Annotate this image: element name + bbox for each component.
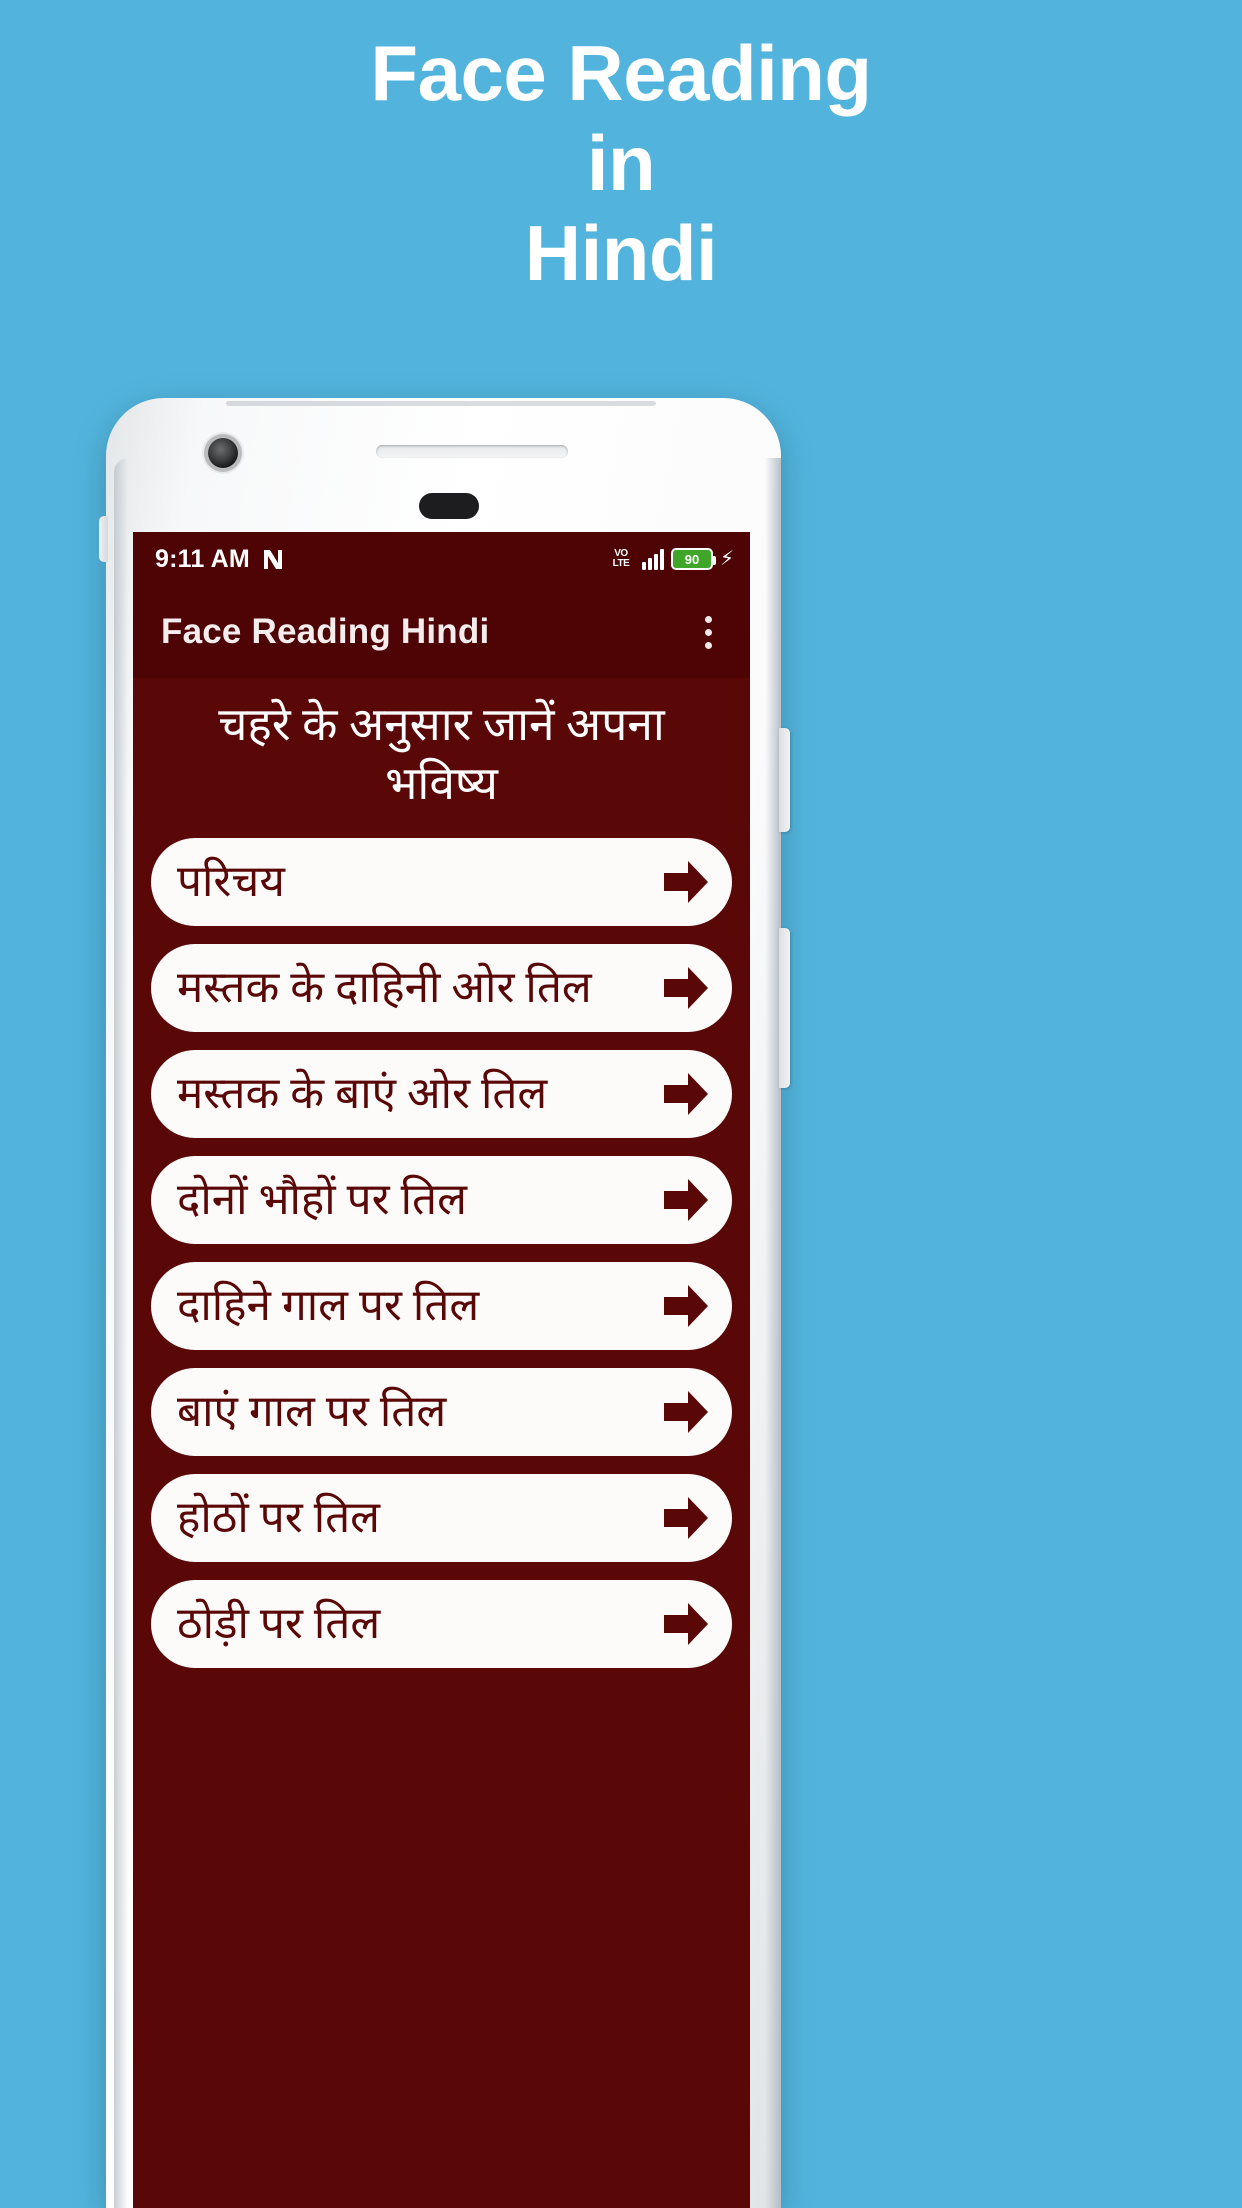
arrow-right-icon xyxy=(658,1384,714,1440)
more-vertical-icon[interactable] xyxy=(688,606,728,658)
nfc-icon xyxy=(262,547,284,571)
lightning-bolt-icon: ⚡ xyxy=(719,548,734,570)
app-title: Face Reading Hindi xyxy=(161,612,490,651)
list-item-label: ठोड़ी पर तिल xyxy=(177,1598,381,1648)
arrow-right-icon xyxy=(658,1066,714,1122)
arrow-right-icon xyxy=(658,960,714,1016)
phone-left-bezel xyxy=(114,458,128,2208)
phone-antenna-seam xyxy=(226,401,656,406)
list-item-label: मस्तक के बाएं ओर तिल xyxy=(177,1068,548,1118)
list-item[interactable]: मस्तक के बाएं ओर तिल xyxy=(151,1049,732,1138)
status-bar-clock: 9:11 AM xyxy=(155,544,250,573)
list-item-label: मस्तक के दाहिनी ओर तिल xyxy=(177,962,592,1012)
promo-headline: Face Reading in Hindi xyxy=(0,28,1242,298)
arrow-right-icon xyxy=(658,854,714,910)
list-item[interactable]: दाहिने गाल पर तिल xyxy=(151,1261,732,1350)
earpiece-speaker-icon xyxy=(376,445,568,458)
proximity-sensor-icon xyxy=(419,493,479,519)
phone-screen: 9:11 AM VO LTE 90 ⚡ Face Reading Hindi च… xyxy=(133,532,750,2208)
list-item[interactable]: परिचय xyxy=(151,837,732,926)
promo-headline-line-1: Face Reading xyxy=(370,29,872,117)
list-item[interactable]: बाएं गाल पर तिल xyxy=(151,1367,732,1456)
list-item[interactable]: होठों पर तिल xyxy=(151,1473,732,1562)
power-button[interactable] xyxy=(779,728,790,832)
page-heading: चहरे के अनुसार जानें अपना भविष्य xyxy=(133,678,750,834)
list-item[interactable]: दोनों भौहों पर तिल xyxy=(151,1155,732,1244)
list-item[interactable]: ठोड़ी पर तिल xyxy=(151,1579,732,1668)
phone-mockup: 9:11 AM VO LTE 90 ⚡ Face Reading Hindi च… xyxy=(99,398,790,2208)
arrow-right-icon xyxy=(658,1490,714,1546)
arrow-right-icon xyxy=(658,1278,714,1334)
signal-bars-icon xyxy=(641,548,664,570)
arrow-right-icon xyxy=(658,1596,714,1652)
volte-icon: VO LTE xyxy=(607,545,635,573)
promo-headline-line-3: Hindi xyxy=(524,209,718,297)
menu-list: परिचय मस्तक के दाहिनी ओर तिल मस्तक के बा… xyxy=(133,834,750,1668)
sim-tray xyxy=(99,516,108,562)
front-camera-icon xyxy=(208,438,238,468)
list-item-label: दोनों भौहों पर तिल xyxy=(177,1174,467,1224)
battery-icon: 90 xyxy=(670,548,716,570)
status-bar: 9:11 AM VO LTE 90 ⚡ xyxy=(133,532,750,586)
list-item-label: बाएं गाल पर तिल xyxy=(177,1386,447,1436)
battery-level-label: 90 xyxy=(684,551,700,567)
promo-headline-line-2: in xyxy=(586,119,656,207)
phone-right-bezel xyxy=(765,458,781,2208)
app-bar: Face Reading Hindi xyxy=(133,586,750,678)
list-item-label: दाहिने गाल पर तिल xyxy=(177,1280,480,1330)
list-item[interactable]: मस्तक के दाहिनी ओर तिल xyxy=(151,943,732,1032)
arrow-right-icon xyxy=(658,1172,714,1228)
volte-icon-bottom: LTE xyxy=(612,558,630,569)
list-item-label: होठों पर तिल xyxy=(177,1492,381,1542)
volume-button[interactable] xyxy=(779,928,790,1088)
status-bar-left: 9:11 AM xyxy=(155,545,284,574)
status-bar-right: VO LTE 90 ⚡ xyxy=(607,545,734,573)
list-item-label: परिचय xyxy=(177,856,285,906)
